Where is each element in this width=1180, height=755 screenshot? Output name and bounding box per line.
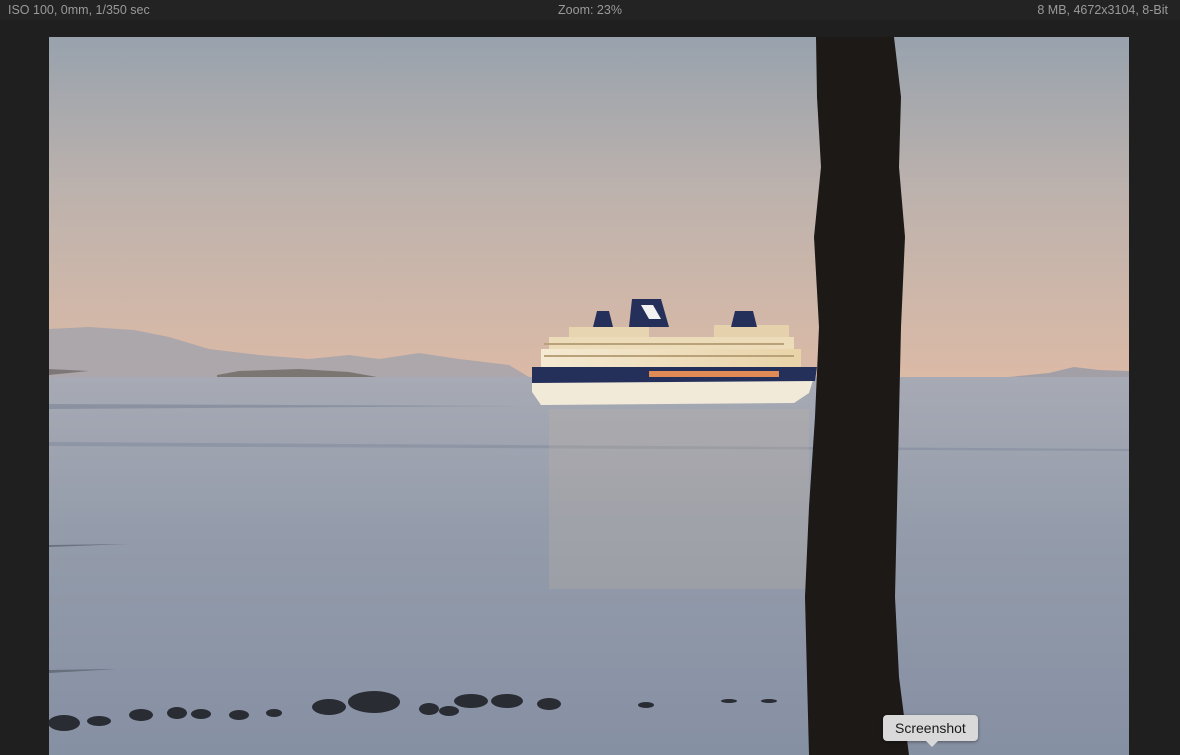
zoom-level: Zoom: 23% [558,3,622,17]
file-info: 8 MB, 4672x3104, 8-Bit [1037,3,1168,17]
tree-trunk [805,37,909,755]
tooltip-arrow [926,741,938,747]
photo-image[interactable] [49,37,1129,755]
screenshot-tooltip: Screenshot [883,715,978,741]
image-viewer-app: ISO 100, 0mm, 1/350 sec Zoom: 23% 8 MB, … [0,0,1180,755]
image-info-bar: ISO 100, 0mm, 1/350 sec Zoom: 23% 8 MB, … [0,0,1180,20]
